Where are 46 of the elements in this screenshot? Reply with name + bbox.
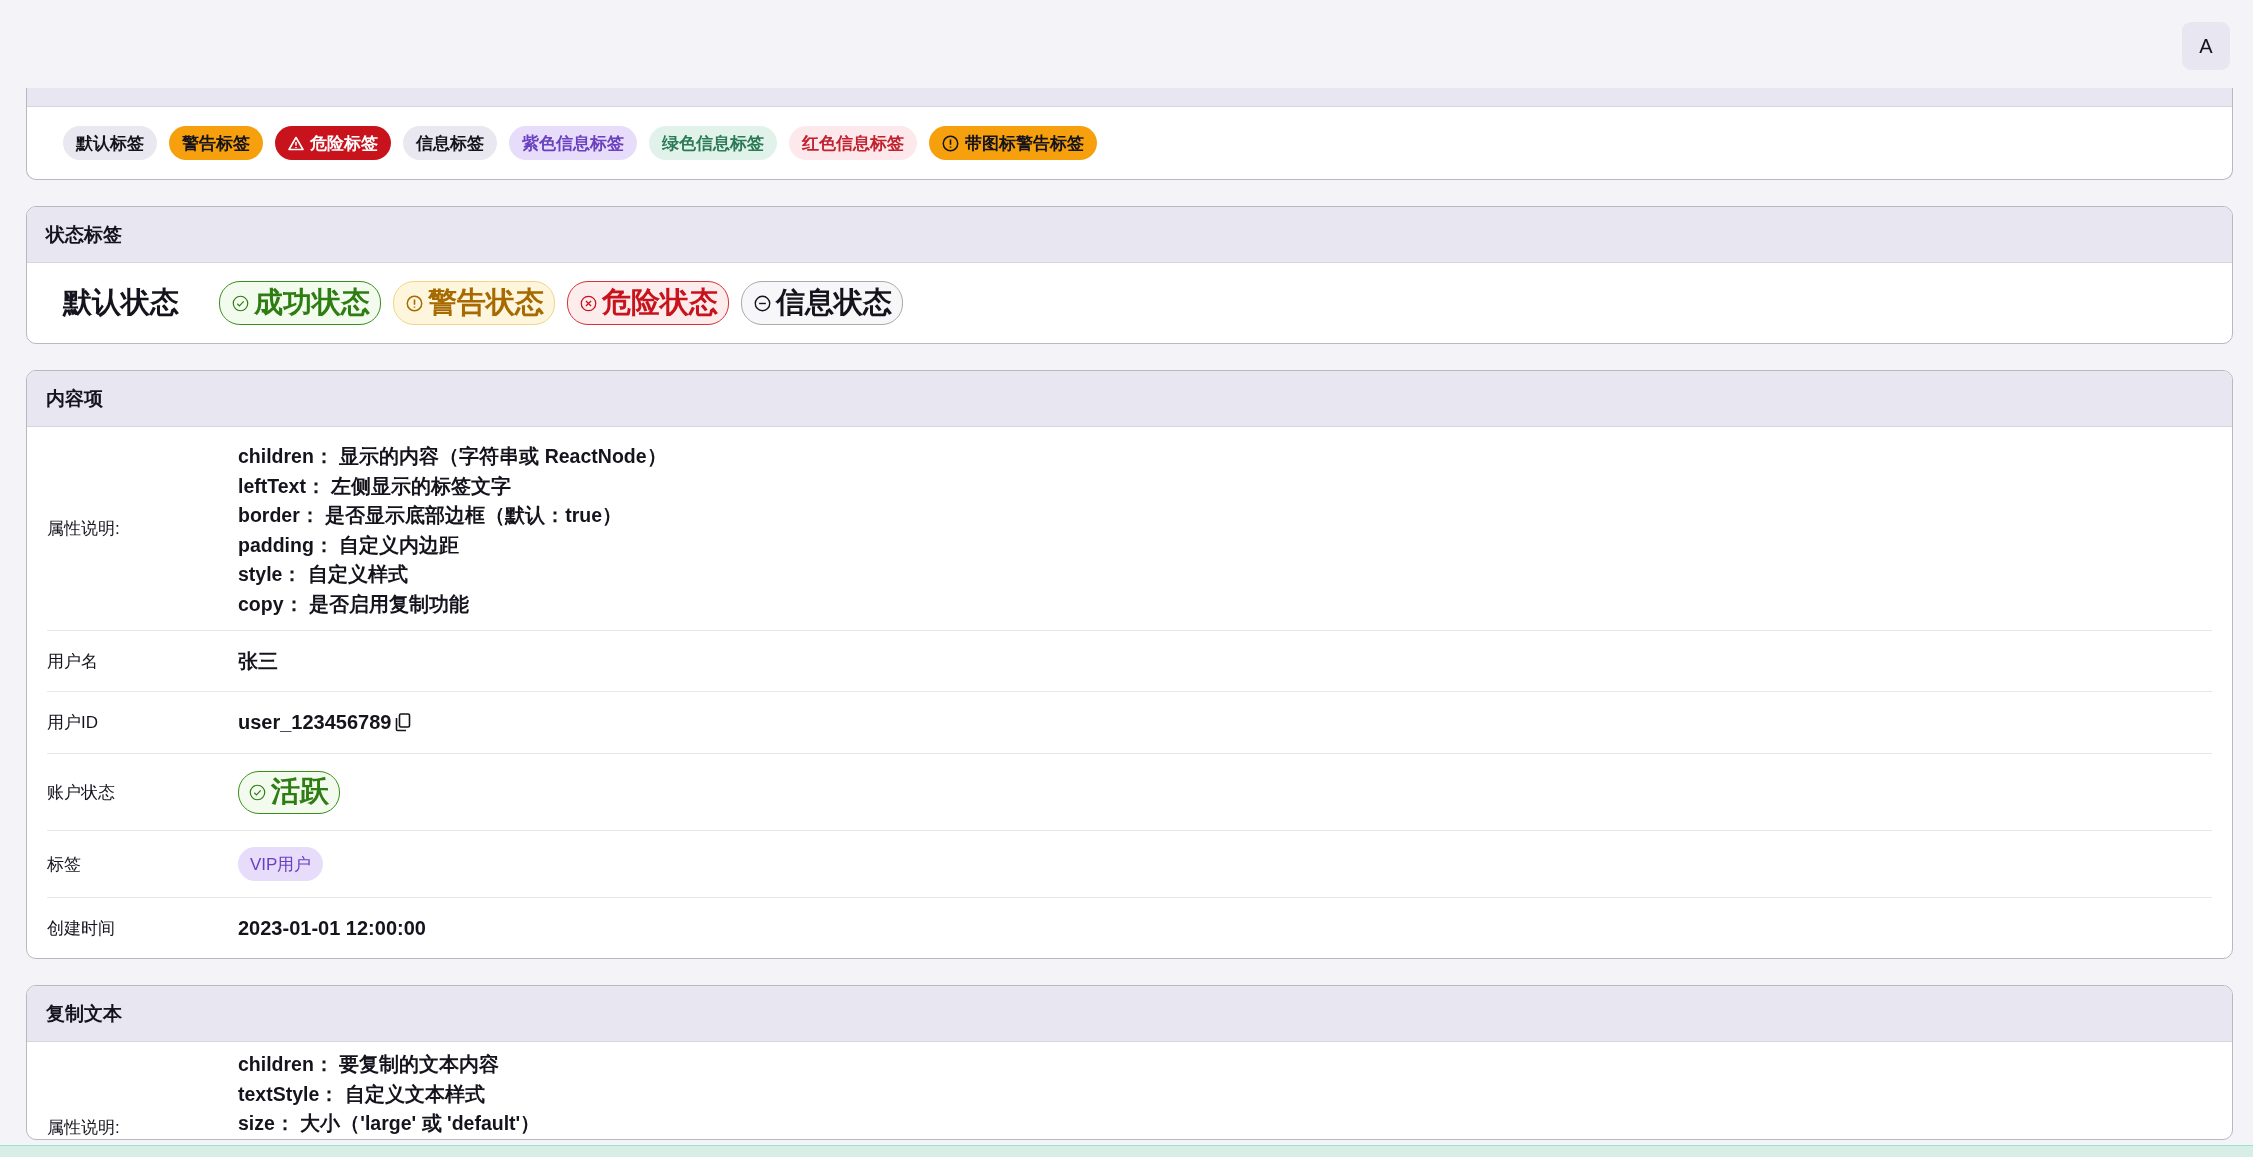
tag: 信息标签 (403, 126, 497, 160)
warning-icon (288, 135, 304, 151)
tag: VIP用户 (238, 847, 324, 881)
tag: 红色信息标签 (789, 126, 917, 160)
property-description: style： 自定义样式 (238, 562, 409, 587)
row-label: 标签 (47, 853, 82, 876)
check-circle-icon (249, 783, 266, 801)
status-tag: 信息状态 (741, 281, 903, 325)
exclamation-icon (942, 134, 959, 152)
card-title: 复制文本 (46, 1001, 122, 1026)
tag: 危险标签 (275, 126, 391, 160)
property-description: children： 显示的内容（字符串或 ReactNode） (238, 444, 668, 469)
card-title: 内容项 (46, 386, 103, 411)
property-description: leftText： 左侧显示的标签文字 (238, 473, 513, 499)
check-circle-icon (232, 294, 249, 312)
copy-icon[interactable] (395, 713, 412, 732)
row-label: 用户名 (47, 650, 99, 673)
property-description: padding： 自定义内边距 (238, 532, 461, 558)
exclamation-icon (406, 294, 423, 312)
avatar-button[interactable]: A (2182, 22, 2230, 70)
row-label: 属性说明: (47, 1116, 121, 1139)
row-label: 账户状态 (47, 781, 116, 804)
status-tag: 警告状态 (393, 281, 555, 325)
card-title: 状态标签 (46, 222, 122, 247)
tag: 带图标警告标签 (929, 126, 1097, 160)
property-description: size： 大小（'large' 或 'default'） (238, 1111, 542, 1136)
row-label: 属性说明: (47, 518, 121, 540)
row-label: 创建时间 (47, 917, 116, 940)
property-description: border： 是否显示底部边框（默认：true） (238, 503, 623, 528)
property-description: copy： 是否启用复制功能 (238, 591, 470, 617)
status-tag: 活跃 (238, 770, 340, 814)
close-circle-icon (580, 294, 597, 312)
property-description: children： 要复制的文本内容 (238, 1052, 501, 1077)
property-description: textStyle： 自定义文本样式 (238, 1081, 486, 1107)
tag: 警告标签 (169, 126, 263, 160)
tag: 紫色信息标签 (509, 126, 637, 160)
tag: 绿色信息标签 (649, 126, 777, 160)
status-text: 默认状态 (63, 285, 179, 320)
tag: 默认标签 (63, 126, 157, 160)
minus-circle-icon (754, 294, 771, 312)
row-label: 用户ID (47, 712, 99, 734)
status-tag: 危险状态 (567, 281, 729, 325)
row-value: user_123456789 (238, 711, 392, 734)
row-value: 张三 (238, 648, 278, 674)
row-value: 2023-01-01 12:00:00 (238, 916, 426, 940)
status-tag: 成功状态 (219, 281, 381, 325)
